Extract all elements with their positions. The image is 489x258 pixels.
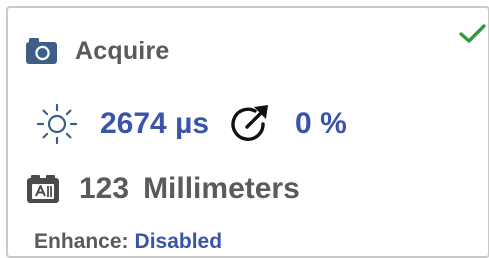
- checkmark-icon: [459, 24, 486, 43]
- focus-distance-icon: [26, 174, 60, 204]
- exposure-row[interactable]: 2674 µs 0 %: [34, 102, 347, 146]
- camera-icon: [25, 37, 58, 65]
- enhance-value[interactable]: Disabled: [135, 230, 223, 254]
- distance-value: 123: [79, 172, 130, 205]
- distance-row[interactable]: 123 Millimeters: [26, 169, 300, 209]
- panel-title: Acquire: [75, 36, 170, 65]
- panel-header: Acquire: [25, 32, 169, 70]
- exposure-value: 2674 µs: [100, 107, 210, 140]
- gain-value: 0 %: [295, 107, 347, 140]
- distance-unit: Millimeters: [143, 172, 300, 205]
- gauge-icon: [223, 102, 275, 146]
- acquire-panel[interactable]: Acquire 2674 µs 0 % 123 Millimeters Enha…: [6, 6, 489, 258]
- sun-icon: [34, 101, 80, 147]
- enhance-row[interactable]: Enhance: Disabled: [34, 228, 222, 256]
- enhance-label: Enhance:: [34, 230, 129, 253]
